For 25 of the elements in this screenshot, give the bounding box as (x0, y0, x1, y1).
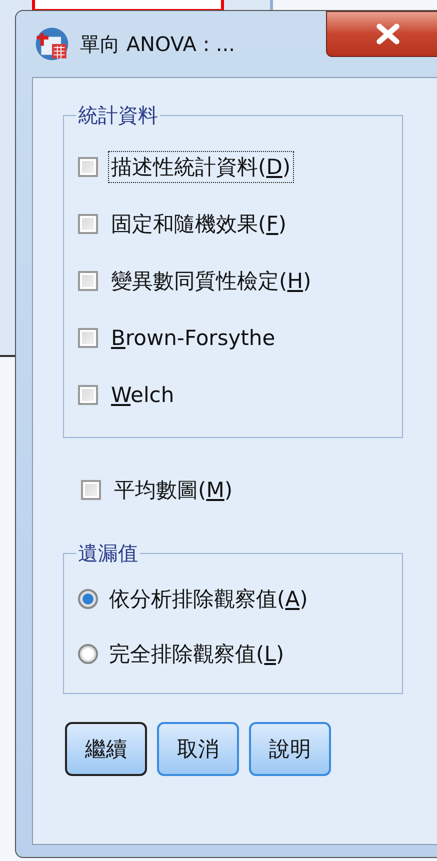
checkbox-label: 固定和隨機效果(F) (110, 210, 288, 238)
checkbox[interactable] (78, 270, 98, 290)
checkbox-label: 平均數圖(M) (113, 476, 234, 504)
checkbox[interactable] (81, 480, 101, 500)
checkbox[interactable] (78, 214, 98, 234)
table-icon (34, 26, 70, 62)
dialog-button[interactable]: 取消 (157, 722, 239, 776)
checkbox[interactable] (78, 328, 98, 348)
radio-button[interactable] (78, 644, 98, 664)
checkbox[interactable] (78, 156, 98, 176)
checkbox-label: 描述性統計資料(D) (108, 150, 294, 182)
close-button[interactable] (326, 11, 437, 57)
checkbox[interactable] (78, 384, 98, 404)
dialog-button[interactable]: 繼續 (65, 722, 147, 776)
radio-label: 完全排除觀察值(L) (108, 640, 286, 668)
radio-button[interactable] (78, 588, 98, 608)
checkbox-label: 變異數同質性檢定(H) (110, 268, 312, 294)
group-title: 遺漏值 (77, 540, 139, 567)
radio-label: 依分析排除觀察值(A) (108, 586, 309, 612)
window-title: 單向 ANOVA : ... (80, 30, 235, 58)
dialog-button[interactable]: 說明 (249, 722, 331, 776)
close-icon (375, 23, 401, 45)
group-title: 統計資料 (77, 102, 159, 129)
checkbox-label: Brown-Forsythe (110, 324, 276, 352)
checkbox-label: Welch (110, 382, 176, 408)
